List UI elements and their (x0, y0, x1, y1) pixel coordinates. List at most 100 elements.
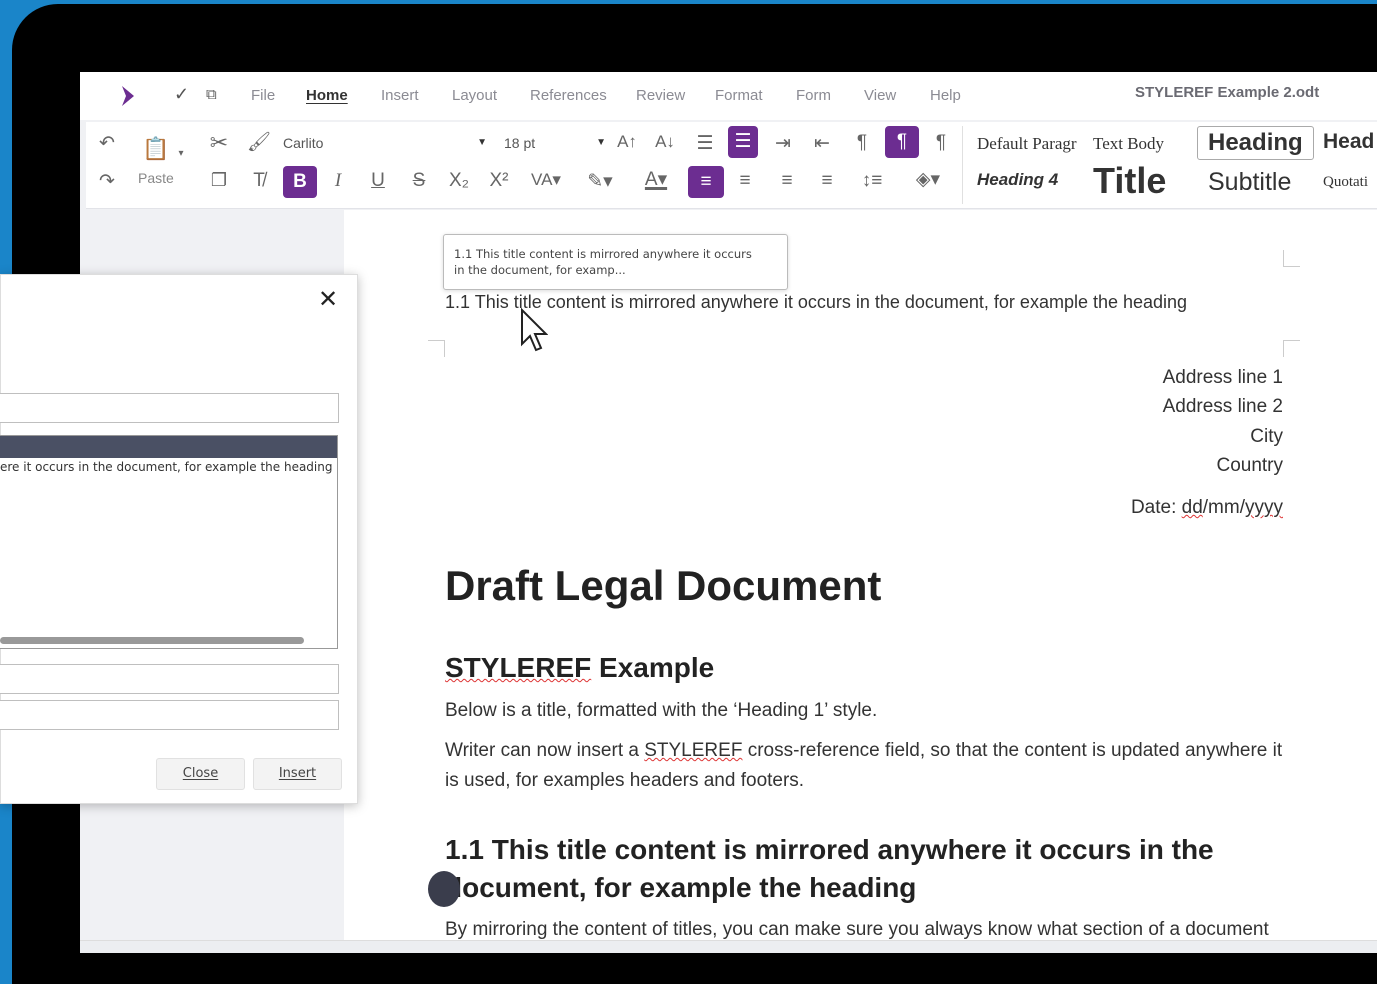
styleref-word: STYLEREF (445, 652, 592, 683)
shrink-font-icon[interactable]: A↓ (650, 132, 680, 152)
page-corner-mark (1283, 250, 1300, 267)
paste-label[interactable]: Paste (138, 170, 174, 186)
background-color-icon[interactable]: ◈▾ (908, 168, 948, 191)
page-corner-mark (428, 340, 445, 357)
chevron-down-icon: ▼ (477, 137, 487, 148)
address-line[interactable]: Country (1216, 455, 1283, 477)
subscript-icon[interactable]: X₂ (444, 170, 474, 192)
style-heading[interactable]: Heading (1197, 126, 1314, 160)
clone-formatting-icon[interactable]: 🖌 (244, 130, 274, 154)
open-external-icon[interactable]: ⧉ (206, 86, 217, 103)
close-button[interactable]: Close (156, 758, 245, 790)
styleref-word: STYLEREF (644, 740, 743, 761)
highlight-color-icon[interactable]: ✎▾ (580, 170, 620, 193)
horizontal-scrollbar[interactable] (0, 637, 304, 644)
style-heading-4[interactable]: Heading 4 (977, 170, 1058, 190)
menu-view[interactable]: View (864, 87, 896, 104)
style-quotations[interactable]: Quotati (1323, 174, 1368, 191)
insert-field-dialog: ✕ ere it occurs in the document, for exa… (0, 274, 358, 804)
menu-review[interactable]: Review (636, 87, 685, 104)
menu-references[interactable]: References (530, 87, 607, 104)
ltr-paragraph-icon[interactable]: ¶ (885, 126, 919, 158)
chevron-down-icon: ▼ (596, 137, 606, 148)
menubar: ✓ ⧉ File Home Insert Layout References R… (80, 72, 1377, 120)
style-text-body[interactable]: Text Body (1093, 134, 1164, 154)
menu-format[interactable]: Format (715, 87, 763, 104)
date-line[interactable]: Date: dd/mm/yyyy (1131, 497, 1283, 519)
align-center-icon[interactable]: ≡ (730, 170, 760, 192)
menu-home[interactable]: Home (306, 87, 348, 104)
align-left-icon[interactable]: ≡ (688, 166, 724, 198)
styles-gallery: Default Paragr Text Body Heading Head He… (962, 126, 1377, 204)
toolbar: ↶ ↷ 📋 ▾ Paste ✂ ❐ 🖌 T̸ Carlito ▼ 18 pt ▼ A… (86, 122, 1377, 209)
cut-icon[interactable]: ✂ (204, 130, 234, 156)
rtl-paragraph-icon[interactable]: ¶ (926, 132, 956, 154)
page-corner-mark (1283, 340, 1300, 357)
font-name-select[interactable]: Carlito ▼ (279, 128, 493, 158)
style-title[interactable]: Title (1093, 160, 1166, 202)
increase-indent-icon[interactable]: ⇥ (768, 132, 798, 155)
font-size-select[interactable]: 18 pt ▼ (499, 128, 612, 158)
close-icon[interactable]: ✕ (318, 285, 338, 314)
font-color-icon[interactable]: A▾ (634, 168, 678, 191)
style-heading-1[interactable]: Head (1323, 130, 1374, 154)
dialog-input[interactable] (0, 700, 339, 730)
clear-formatting-icon[interactable]: T̸ (244, 170, 274, 192)
font-name-value: Carlito (283, 135, 324, 151)
date-year: yyyy (1245, 497, 1283, 518)
style-subtitle[interactable]: Subtitle (1208, 168, 1291, 197)
font-size-value: 18 pt (504, 135, 536, 151)
dialog-input[interactable] (0, 664, 339, 694)
style-default-paragraph[interactable]: Default Paragr (977, 134, 1077, 154)
header-styleref-field[interactable]: 1.1 This title content is mirrored anywh… (445, 292, 1187, 313)
align-right-icon[interactable]: ≡ (772, 170, 802, 192)
justify-icon[interactable]: ≡ (812, 170, 842, 192)
paragraph-text: Writer can now insert a (445, 740, 645, 761)
character-spacing-icon[interactable]: VA▾ (526, 170, 566, 190)
menu-layout[interactable]: Layout (452, 87, 497, 104)
touch-indicator (428, 871, 460, 907)
date-month: /mm/ (1202, 497, 1245, 518)
paragraph[interactable]: Below is a title, formatted with the ‘He… (445, 696, 1285, 726)
paste-icon[interactable]: 📋 (141, 136, 171, 162)
menu-help[interactable]: Help (930, 87, 961, 104)
underline-icon[interactable]: U (363, 170, 393, 192)
document-heading-2[interactable]: STYLEREF Example (445, 652, 714, 684)
status-bar (80, 940, 1377, 953)
undo-icon[interactable]: ↶ (92, 132, 122, 155)
dialog-input[interactable] (0, 393, 339, 423)
address-line[interactable]: City (1250, 426, 1283, 448)
dialog-list-selected[interactable] (0, 436, 337, 458)
date-label: Date: (1130, 497, 1182, 518)
insert-button[interactable]: Insert (253, 758, 342, 790)
date-day: dd (1181, 497, 1203, 518)
save-check-icon[interactable]: ✓ (174, 84, 189, 105)
heading-rest: Example (591, 652, 715, 683)
bold-icon[interactable]: B (283, 166, 317, 198)
document-title: STYLEREF Example 2.odt (1135, 84, 1320, 101)
list-item[interactable]: ere it occurs in the document, for examp… (0, 458, 337, 474)
bullet-list-icon[interactable]: ☰ (690, 132, 720, 155)
menu-form[interactable]: Form (796, 87, 831, 104)
superscript-icon[interactable]: X² (484, 170, 514, 192)
strikethrough-icon[interactable]: S (404, 170, 434, 192)
address-line[interactable]: Address line 2 (1163, 396, 1283, 418)
address-line[interactable]: Address line 1 (1163, 367, 1283, 389)
decrease-indent-icon[interactable]: ⇤ (807, 132, 837, 155)
line-spacing-icon[interactable]: ↕≡ (852, 170, 892, 192)
paste-dropdown-icon[interactable]: ▾ (174, 148, 188, 159)
numbered-list-icon[interactable]: ☰ (728, 126, 758, 158)
field-tooltip: 1.1 This title content is mirrored anywh… (443, 234, 788, 290)
copy-icon[interactable]: ❐ (204, 170, 234, 191)
heading-1-1[interactable]: 1.1 This title content is mirrored anywh… (445, 831, 1245, 907)
paragraph[interactable]: Writer can now insert a STYLEREF cross-r… (445, 736, 1285, 796)
app-logo-icon (122, 86, 134, 106)
document-heading-title[interactable]: Draft Legal Document (445, 562, 881, 610)
redo-icon[interactable]: ↷ (92, 170, 122, 193)
dialog-list[interactable]: ere it occurs in the document, for examp… (0, 435, 338, 649)
menu-insert[interactable]: Insert (381, 87, 419, 104)
menu-file[interactable]: File (251, 87, 275, 104)
grow-font-icon[interactable]: A↑ (612, 132, 642, 152)
formatting-marks-icon[interactable]: ¶ (847, 132, 877, 154)
italic-icon[interactable]: I (323, 170, 353, 192)
